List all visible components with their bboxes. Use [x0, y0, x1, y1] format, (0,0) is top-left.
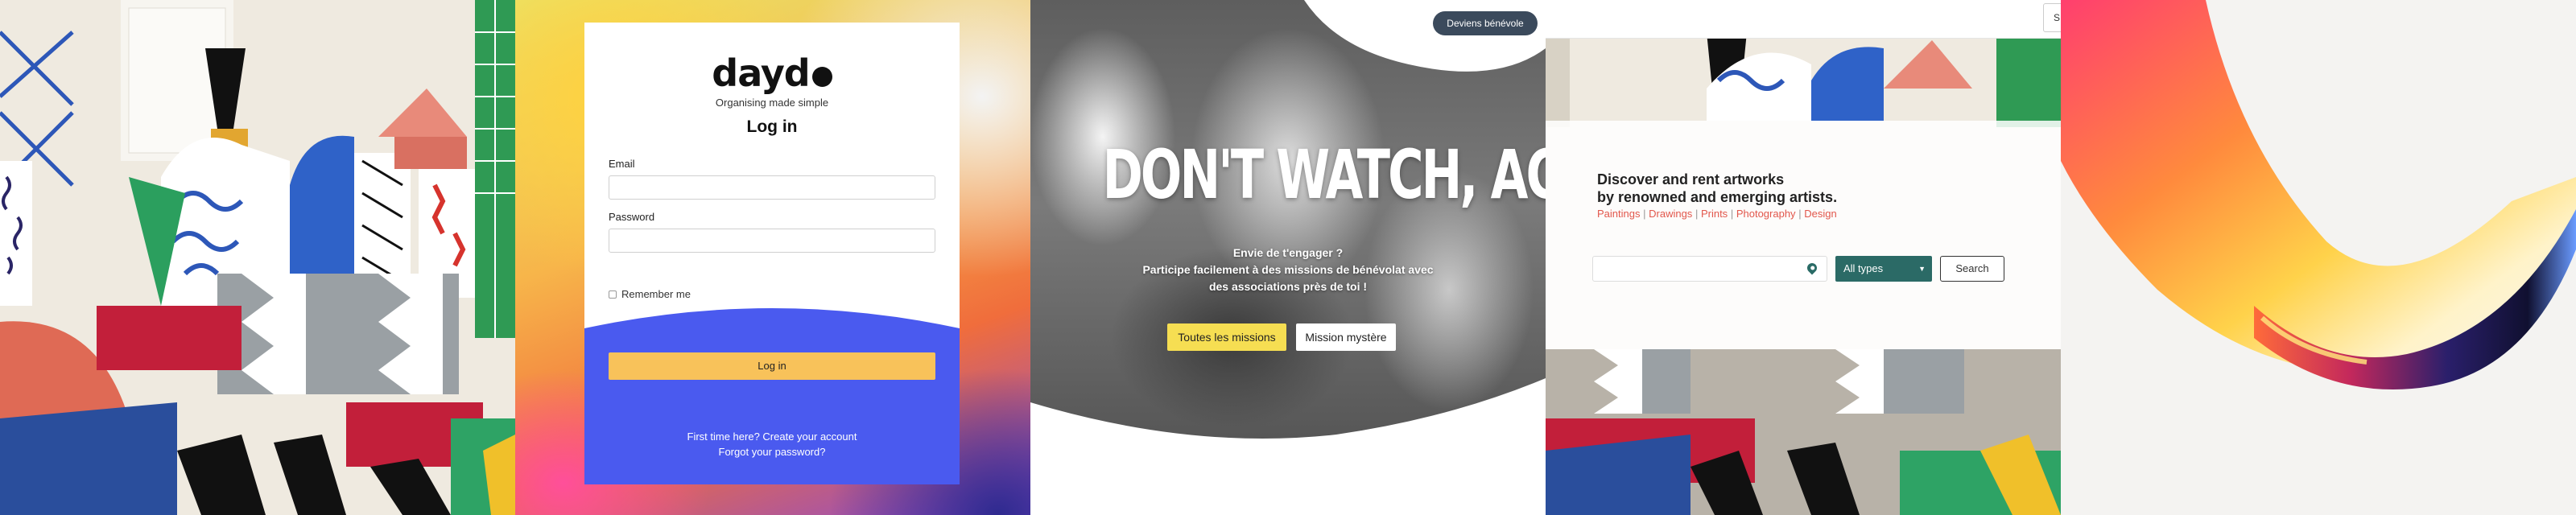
forgot-password-link[interactable]: Forgot your password?	[584, 446, 960, 458]
daydo-logo: dayd	[584, 52, 960, 95]
abstract-gradient-image	[2061, 0, 2576, 515]
type-select[interactable]: All types ▼	[1835, 256, 1932, 282]
category-link-photography[interactable]: Photography	[1736, 208, 1796, 220]
mystery-mission-button[interactable]: Mission mystère	[1296, 323, 1396, 351]
all-missions-button[interactable]: Toutes les missions	[1167, 323, 1286, 351]
search-button[interactable]: Search	[1940, 256, 2004, 282]
memphis-room-image	[0, 0, 515, 515]
logo-dot-icon	[811, 67, 832, 87]
hero-title-line: by renowned and emerging artists.	[1597, 189, 1838, 205]
hero-title-line: Discover and rent artworks	[1597, 171, 1785, 187]
top-bar	[1546, 0, 2061, 39]
become-volunteer-button[interactable]: Deviens bénévole	[1433, 11, 1538, 35]
artworks-search-screen: S Discover and rent artworks by renowned…	[1546, 0, 2061, 515]
category-separator: |	[1695, 208, 1699, 220]
hero-title: Discover and rent artworks by renowned a…	[1597, 171, 1837, 206]
password-label: Password	[609, 211, 655, 223]
hero-subtitle-line: des associations près de toi !	[1208, 280, 1368, 293]
category-separator: |	[1730, 208, 1734, 220]
email-field[interactable]	[609, 175, 935, 200]
email-label: Email	[609, 158, 635, 170]
login-screen: dayd Organising made simple Log in Email…	[515, 0, 1030, 515]
category-link-paintings[interactable]: Paintings	[1597, 208, 1640, 220]
hero-subtitle-line: Participe facilement à des missions de b…	[1142, 263, 1434, 276]
category-link-design[interactable]: Design	[1804, 208, 1836, 220]
category-link-prints[interactable]: Prints	[1701, 208, 1728, 220]
create-account-link[interactable]: First time here? Create your account	[584, 431, 960, 443]
remember-me-checkbox[interactable]	[609, 290, 617, 299]
page-title: Log in	[746, 117, 798, 136]
password-field[interactable]	[609, 229, 935, 253]
search-overlay: Discover and rent artworks by renowned a…	[1546, 121, 2061, 349]
category-separator: |	[1798, 208, 1802, 220]
login-card: dayd Organising made simple Log in Email…	[584, 23, 960, 484]
category-links: Paintings | Drawings | Prints | Photogra…	[1597, 208, 1837, 220]
tagline: Organising made simple	[715, 97, 829, 109]
location-search-input[interactable]	[1592, 256, 1827, 282]
abstract-gradient-artwork	[2061, 0, 2576, 515]
login-button[interactable]: Log in	[609, 352, 935, 380]
type-select-value: All types	[1843, 262, 1884, 274]
category-link-drawings[interactable]: Drawings	[1649, 208, 1692, 220]
remember-me-label: Remember me	[621, 288, 691, 300]
top-bar-button[interactable]: S	[2043, 3, 2061, 32]
hero-subtitle: Envie de t'engager ? Participe facilemen…	[1030, 245, 1546, 295]
remember-me[interactable]: Remember me	[609, 288, 691, 300]
hero-title: DON'T WATCH, ACT!	[1102, 135, 1546, 214]
category-separator: |	[1643, 208, 1646, 220]
volunteer-hero: Deviens bénévole DON'T WATCH, ACT! Envie…	[1030, 0, 1546, 515]
location-pin-icon	[1805, 261, 1819, 275]
memphis-room-illustration	[0, 0, 515, 515]
chevron-down-icon: ▼	[1918, 265, 1926, 273]
hero-subtitle-line: Envie de t'engager ?	[1232, 246, 1344, 259]
